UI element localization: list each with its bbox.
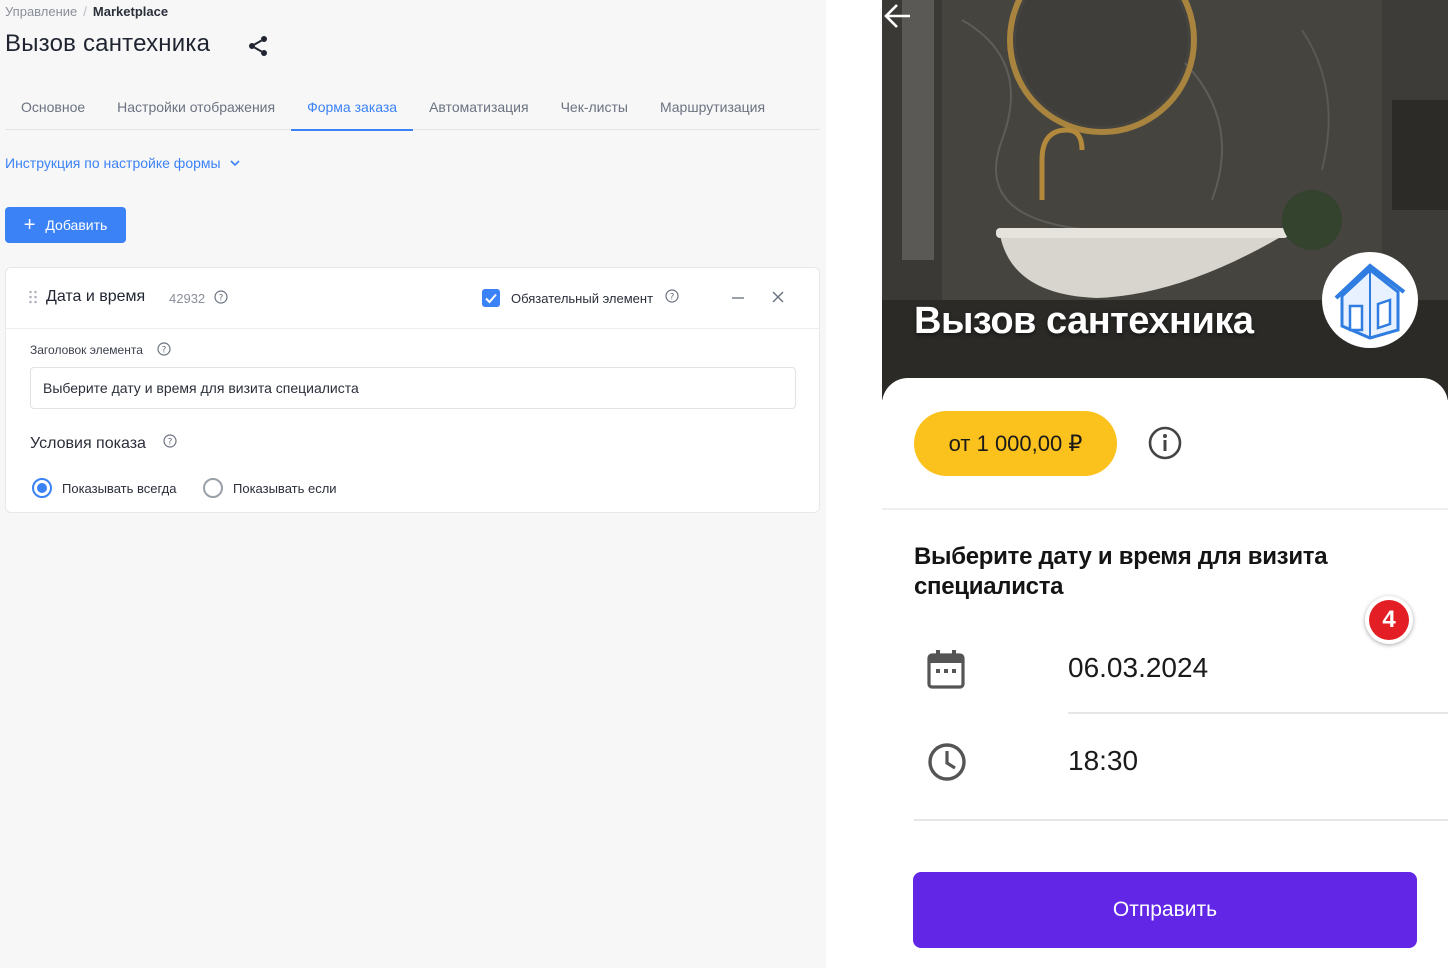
- radio-show-always[interactable]: Показывать всегда: [32, 478, 176, 498]
- chevron-down-icon: [230, 160, 240, 167]
- instructions-label: Инструкция по настройке формы: [5, 155, 221, 171]
- submit-button[interactable]: Отправить: [913, 872, 1417, 948]
- checkmark-icon: [485, 293, 497, 304]
- date-time-prompt: Выберите дату и время для визита специал…: [914, 543, 1328, 600]
- info-icon[interactable]: [1148, 426, 1182, 460]
- tab-automation[interactable]: Автоматизация: [413, 84, 544, 130]
- divider: [1068, 712, 1448, 714]
- step-badge: 4: [1365, 596, 1413, 644]
- header-field-input[interactable]: Выберите дату и время для визита специал…: [30, 367, 796, 409]
- house-icon: [1322, 252, 1418, 348]
- plus-icon: +: [23, 214, 36, 236]
- clock-icon: [928, 743, 966, 781]
- tab-bar: Основное Настройки отображения Форма зак…: [5, 84, 820, 131]
- conditions-title: Условия показа: [30, 435, 146, 452]
- instructions-toggle[interactable]: Инструкция по настройке формы: [5, 155, 241, 171]
- admin-panel: Управление / Marketplace Вызов сантехника …: [0, 0, 826, 968]
- breadcrumb: Управление / Marketplace: [5, 4, 168, 19]
- form-element-header: Дата и время 42932 ? Обязательный элемен…: [6, 268, 819, 329]
- radio-show-if[interactable]: Показывать если: [203, 478, 337, 498]
- breadcrumb-separator: /: [83, 4, 87, 19]
- help-icon[interactable]: ?: [214, 290, 228, 304]
- tab-main[interactable]: Основное: [5, 84, 101, 130]
- divider: [914, 819, 1448, 821]
- svg-text:?: ?: [670, 293, 675, 303]
- hero-image: Вызов сантехника: [882, 0, 1448, 400]
- share-icon[interactable]: [246, 34, 270, 58]
- required-label: Обязательный элемент: [511, 291, 654, 306]
- minimize-icon[interactable]: [732, 297, 744, 299]
- calendar-icon: [927, 650, 965, 689]
- tab-routing[interactable]: Маршрутизация: [644, 84, 781, 130]
- add-button-label: Добавить: [45, 217, 108, 233]
- required-checkbox[interactable]: [482, 289, 500, 307]
- tab-display-settings[interactable]: Настройки отображения: [101, 84, 291, 130]
- radio-dot: [32, 478, 52, 498]
- mobile-preview: Вызов сантехника от 1 000,00 ₽ Выберите …: [882, 0, 1448, 968]
- date-value[interactable]: 06.03.2024: [1068, 652, 1208, 684]
- back-arrow-icon[interactable]: [882, 0, 914, 32]
- svg-text:?: ?: [219, 294, 224, 304]
- price-badge: от 1 000,00 ₽: [914, 411, 1117, 476]
- radio-show-if-label: Показывать если: [233, 480, 337, 496]
- step-badge-number: 4: [1369, 600, 1409, 640]
- help-icon[interactable]: ?: [163, 434, 177, 448]
- svg-text:?: ?: [168, 438, 173, 448]
- tab-order-form[interactable]: Форма заказа: [291, 84, 414, 131]
- page-title: Вызов сантехника: [5, 30, 211, 57]
- tab-checklists[interactable]: Чек-листы: [545, 84, 644, 130]
- element-title: Дата и время: [46, 288, 146, 305]
- time-value[interactable]: 18:30: [1068, 745, 1138, 777]
- form-element-card: Дата и время 42932 ? Обязательный элемен…: [5, 267, 820, 513]
- breadcrumb-parent[interactable]: Управление: [5, 4, 77, 19]
- radio-dot: [203, 478, 223, 498]
- preview-title: Вызов сантехника: [914, 300, 1254, 342]
- breadcrumb-current: Marketplace: [92, 4, 169, 19]
- add-button[interactable]: + Добавить: [5, 207, 126, 243]
- drag-handle-icon[interactable]: [28, 290, 38, 304]
- divider: [882, 508, 1448, 510]
- bottom-sheet: от 1 000,00 ₽ Выберите дату и время для …: [882, 378, 1448, 968]
- svg-text:?: ?: [162, 346, 167, 356]
- header-field-label: Заголовок элемента: [30, 343, 143, 357]
- element-id: 42932: [169, 291, 206, 306]
- close-icon[interactable]: [772, 291, 784, 303]
- radio-show-always-label: Показывать всегда: [62, 480, 177, 496]
- help-icon[interactable]: ?: [665, 289, 679, 303]
- help-icon[interactable]: ?: [157, 342, 171, 356]
